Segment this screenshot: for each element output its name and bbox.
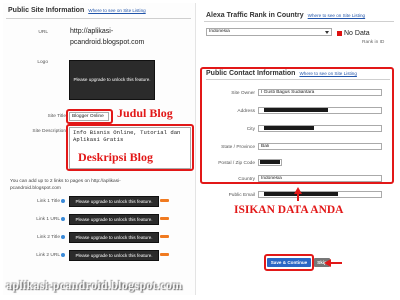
field-label: State / Province [221,145,255,150]
contact-where-link[interactable]: Where to see on Site Listing [299,71,356,76]
help-icon[interactable] [61,253,65,257]
public-site-info-title: Public Site Information Where to see on S… [8,7,146,14]
divider [204,21,394,22]
logo-label: Logo [37,60,48,65]
logo-upgrade-box: Please upgrade to unlock this feature. [69,60,155,100]
site-title-highlight [66,109,113,124]
annotation-deskripsi-blog: Deskripsi Blog [78,150,154,164]
watermark: aplikasi-pcandroid.blogspot.com [6,278,183,292]
annotation-isikan-data: ISIKAN DATA ANDA [234,204,344,216]
where-to-see-link[interactable]: Where to see on Site Listing [88,8,145,13]
no-data-text: No Data [337,30,370,37]
links-note-line2: pcandroid.blogspot.com [10,186,61,191]
field-label: Postal / Zip Code [218,161,255,166]
link-2-title-label: Link 2 Title [37,235,60,240]
link-1-url-upgrade[interactable]: Please upgrade to unlock this feature. [69,214,159,225]
link-2-url-label: Link 2 URL [36,253,60,258]
save-continue-button[interactable]: Save & Continue [267,258,311,267]
field-label: City [246,127,255,132]
url-value-line1: http://aplikasi- [70,28,114,35]
redacted-value [260,160,280,164]
alexa-where-link[interactable]: Where to see on Site Listing [308,13,365,18]
divider [206,79,390,80]
help-icon[interactable] [61,235,65,239]
country-select[interactable]: Indonesia [206,28,332,36]
chevron-down-icon [325,31,329,34]
arrow-up-stem [297,193,299,201]
arrow-left-stem [330,262,342,264]
contact-info-title: Public Contact Information Where to see o… [206,70,357,77]
help-icon[interactable] [61,217,65,221]
link-2-url-upgrade[interactable]: Please upgrade to unlock this feature. [69,250,159,261]
field-label: Country [238,177,255,182]
pro-badge-icon [160,235,169,238]
link-2-title-upgrade[interactable]: Please upgrade to unlock this feature. [69,232,159,243]
redacted-value [264,126,314,130]
pro-badge-icon [160,217,169,220]
url-label: URL [38,30,48,35]
site-title-label: Site Title [47,114,66,119]
link-1-url-label: Link 1 URL [36,217,60,222]
country-select-value: Indonesia [209,29,230,34]
help-icon[interactable] [61,199,65,203]
link-1-title-label: Link 1 Title [37,199,60,204]
field-label: Public Email [228,193,255,198]
site-owner-input[interactable]: I Gusti Bagus Sudiantara [258,89,382,96]
links-note-line1: You can add up to 2 links to pages on ht… [10,179,121,184]
pro-badge-icon [160,253,169,256]
logo-upgrade-msg[interactable]: Please upgrade to unlock this feature. [70,77,154,82]
link-1-title-upgrade[interactable]: Please upgrade to unlock this feature. [69,196,159,207]
pro-badge-icon [160,199,169,202]
annotation-judul-blog: Judul Blog [117,106,173,120]
country-input[interactable]: Indonesia [258,175,382,182]
alexa-rank-title: Alexa Traffic Rank in Country Where to se… [206,12,366,19]
field-label: Site Owner [231,91,255,96]
flag-icon [337,30,342,36]
redacted-value [264,108,328,112]
site-description-label: Site Description [32,129,66,134]
state-province-input[interactable]: Bali [258,143,382,150]
divider [6,18,191,19]
rank-label: Rank in ID [362,40,385,45]
field-label: Address [237,109,255,114]
url-value-line2: pcandroid.blogspot.com [70,39,145,46]
